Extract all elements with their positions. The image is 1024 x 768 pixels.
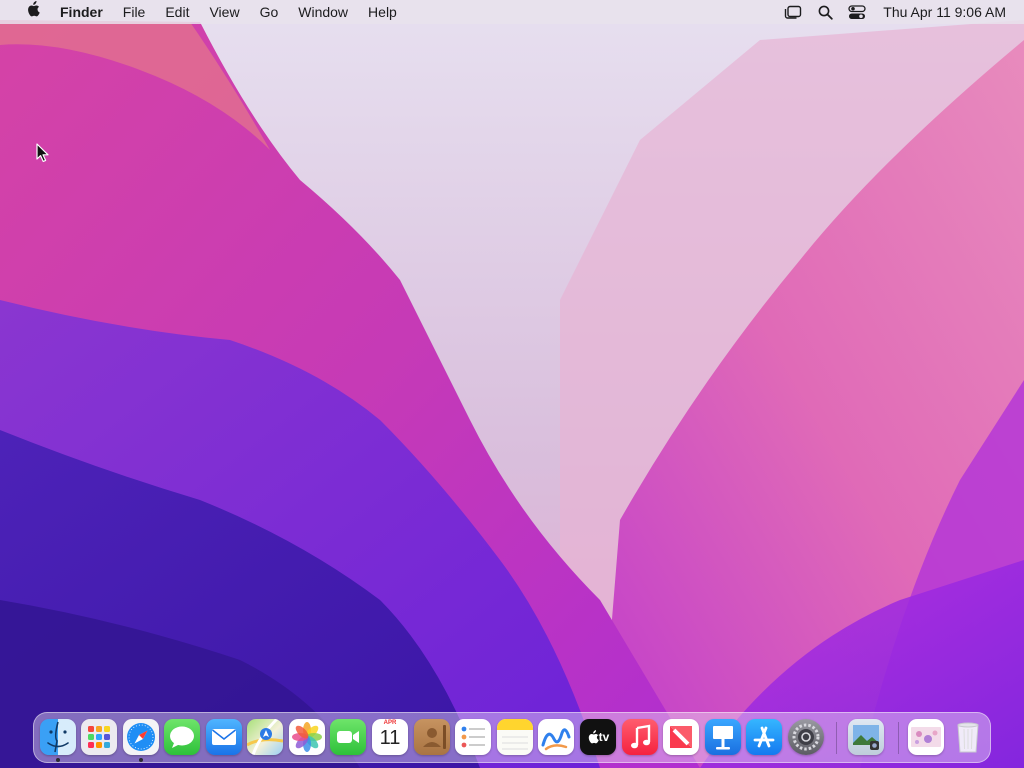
menu-bar-clock[interactable]: Thu Apr 11 9:06 AM [873,4,1006,20]
stage-manager-icon[interactable] [783,4,803,20]
facetime-icon[interactable] [330,719,366,755]
launchpad-icon[interactable] [81,719,117,755]
dock: APR 11 tv [33,712,991,763]
menu-edit[interactable]: Edit [155,0,199,24]
dock-separator [836,722,837,754]
menu-help[interactable]: Help [358,0,407,24]
notes-icon[interactable] [497,719,533,755]
menu-bar: Finder File Edit View Go Window Help Thu… [0,0,1024,24]
app-store-icon[interactable] [746,719,782,755]
tv-label: tv [598,730,610,744]
desktop-wallpaper [0,0,1024,768]
photos-icon[interactable] [289,719,325,755]
finder-running-indicator [56,758,60,762]
safari-icon[interactable] [123,719,159,755]
control-center-icon[interactable] [847,4,867,20]
calendar-icon[interactable]: APR 11 [372,719,408,755]
app-name-menu[interactable]: Finder [50,0,113,24]
tv-apple-icon [588,730,599,744]
search-icon[interactable] [815,4,835,20]
reminders-icon[interactable] [455,719,491,755]
safari-running-indicator [139,758,143,762]
preview-icon[interactable] [848,719,884,755]
system-settings-icon[interactable] [788,719,824,755]
dock-separator-stacks [898,722,899,754]
contacts-icon[interactable] [414,719,450,755]
music-icon[interactable] [622,719,658,755]
maps-icon[interactable] [247,719,283,755]
trash-icon[interactable] [950,719,986,755]
apple-menu[interactable] [16,0,50,24]
keynote-icon[interactable] [705,719,741,755]
freeform-icon[interactable] [538,719,574,755]
calendar-day: 11 [379,727,401,749]
tv-icon[interactable]: tv [580,719,616,755]
wallpaper-art [0,0,1024,768]
calendar-month: APR [383,720,397,726]
mail-icon[interactable] [206,719,242,755]
apple-icon[interactable] [26,1,40,17]
mouse-cursor-icon [36,143,49,162]
menu-window[interactable]: Window [288,0,358,24]
messages-icon[interactable] [164,719,200,755]
news-icon[interactable] [663,719,699,755]
menu-file[interactable]: File [113,0,156,24]
menu-view[interactable]: View [199,0,249,24]
finder-icon[interactable] [40,719,76,755]
menu-go[interactable]: Go [250,0,289,24]
downloads-stack-icon[interactable] [908,719,944,755]
